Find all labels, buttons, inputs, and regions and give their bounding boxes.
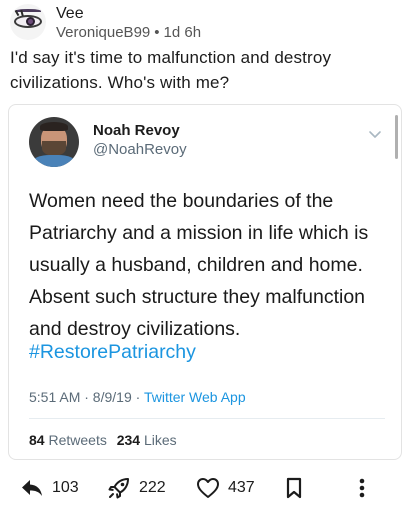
author-username[interactable]: VeroniqueB99 (56, 24, 150, 41)
post-text: I'd say it's time to malfunction and des… (10, 48, 332, 92)
tweet-author-avatar[interactable] (29, 117, 79, 167)
post-meta: VeroniqueB99 • 1d 6h (56, 23, 205, 42)
likes-count: 234 (116, 432, 141, 448)
reply-count: 103 (52, 479, 79, 496)
likes-label: Likes (143, 432, 177, 448)
retweets-count: 84 (29, 432, 45, 448)
boost-button[interactable]: 222 (107, 472, 166, 504)
more-options-button[interactable] (358, 472, 366, 504)
retweets-label: Retweets (48, 432, 107, 448)
rocket-icon (108, 478, 129, 499)
tweet-meta: 5:51 AM · 8/9/19 · Twitter Web App (29, 389, 246, 405)
tweet-author-name[interactable]: Noah Revoy (93, 122, 180, 139)
tweet-author-handle[interactable]: @NoahRevoy (93, 141, 187, 158)
scrollbar[interactable] (395, 115, 398, 159)
boost-count: 222 (139, 479, 166, 496)
bookmark-button[interactable] (285, 472, 303, 504)
divider (29, 418, 385, 419)
author-avatar[interactable] (10, 4, 46, 40)
chevron-down-icon[interactable] (368, 127, 382, 141)
tweet-time: 5:51 AM · 8/9/19 · (29, 389, 141, 405)
post-age: 1d 6h (163, 24, 202, 41)
action-bar: 103 222 437 (0, 472, 409, 504)
meta-separator: • (154, 24, 160, 41)
reply-arrow-icon (22, 480, 42, 496)
eye-avatar-icon (15, 9, 41, 13)
author-info: Vee VeroniqueB99 • 1d 6h (56, 4, 205, 42)
heart-icon (197, 478, 219, 498)
bookmark-icon (286, 477, 302, 499)
like-button[interactable]: 437 (196, 472, 255, 504)
embedded-tweet[interactable]: Noah Revoy @NoahRevoy Women need the bou… (8, 104, 402, 460)
tweet-source[interactable]: Twitter Web App (144, 389, 246, 405)
reply-button[interactable]: 103 (20, 472, 79, 504)
tweet-stats: 84 Retweets 234 Likes (29, 432, 177, 448)
like-count: 437 (228, 479, 255, 496)
post-header: Vee VeroniqueB99 • 1d 6h (10, 4, 205, 42)
tweet-hashtag[interactable]: #RestorePatriarchy (29, 341, 196, 364)
tweet-body: Women need the boundaries of the Patriar… (29, 190, 369, 340)
more-vertical-icon (359, 478, 365, 498)
author-name[interactable]: Vee (56, 4, 205, 23)
